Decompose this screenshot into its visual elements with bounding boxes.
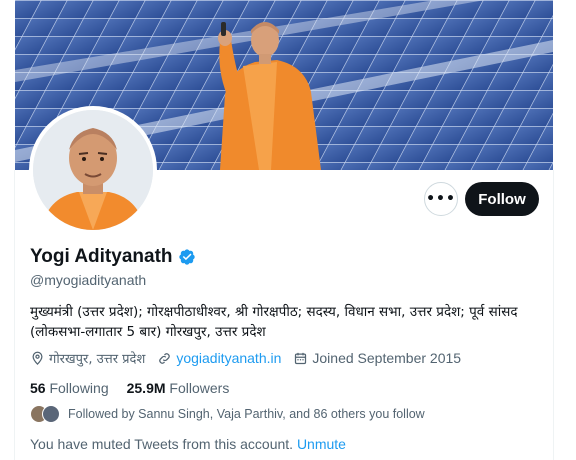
verified-badge-icon[interactable] bbox=[178, 248, 196, 266]
following-stat[interactable]: 56 Following bbox=[30, 380, 109, 396]
joined-text: Joined September 2015 bbox=[312, 350, 462, 366]
follow-button[interactable]: Follow bbox=[465, 182, 539, 216]
location-text: गोरखपुर, उत्तर प्रदेश bbox=[49, 352, 146, 367]
location-item: गोरखपुर, उत्तर प्रदेश bbox=[30, 349, 145, 367]
unmute-link[interactable]: Unmute bbox=[297, 436, 346, 452]
more-dots-icon: ••• bbox=[426, 191, 456, 207]
calendar-icon bbox=[295, 352, 307, 364]
muted-text: You have muted Tweets from this account. bbox=[30, 436, 294, 452]
followers-count: 25.9M bbox=[126, 380, 166, 396]
joined-item: Joined September 2015 bbox=[293, 350, 461, 366]
display-name: Yogi Adityanath bbox=[30, 246, 173, 267]
website-item[interactable]: yogiadityanath.in bbox=[157, 350, 281, 366]
profile-page: ••• Follow Yogi Adityanath @myogiadityan… bbox=[0, 0, 576, 460]
avatar-image bbox=[33, 110, 153, 230]
followed-by-text: Followed by Sannu Singh, Vaja Parthiv, a… bbox=[68, 407, 425, 421]
muted-notice: You have muted Tweets from this account.… bbox=[30, 436, 346, 452]
follower-avatar bbox=[42, 405, 60, 423]
user-handle: @myogiadityanath bbox=[30, 272, 147, 288]
profile-bio: मुख्यमंत्री (उत्तर प्रदेश); गोरक्षपीठाधी… bbox=[30, 304, 518, 340]
profile-avatar[interactable] bbox=[29, 106, 157, 234]
name-row: Yogi Adityanath bbox=[30, 246, 196, 268]
followers-label: Followers bbox=[169, 380, 230, 396]
left-gutter bbox=[0, 0, 15, 460]
website-link[interactable]: yogiadityanath.in bbox=[176, 350, 281, 366]
location-pin-icon bbox=[32, 351, 43, 365]
follow-stats: 56 Following 25.9M Followers bbox=[30, 380, 229, 396]
followed-by-row[interactable]: Followed by Sannu Singh, Vaja Parthiv, a… bbox=[30, 405, 425, 423]
following-count: 56 bbox=[30, 380, 46, 396]
right-gutter bbox=[553, 0, 576, 460]
profile-meta: गोरखपुर, उत्तर प्रदेश yogiadityanath.in … bbox=[30, 349, 473, 367]
follower-avatars bbox=[30, 405, 60, 423]
following-label: Following bbox=[49, 380, 109, 396]
followers-stat[interactable]: 25.9M Followers bbox=[127, 380, 230, 396]
more-options-button[interactable]: ••• bbox=[424, 182, 458, 216]
link-icon bbox=[159, 352, 171, 364]
